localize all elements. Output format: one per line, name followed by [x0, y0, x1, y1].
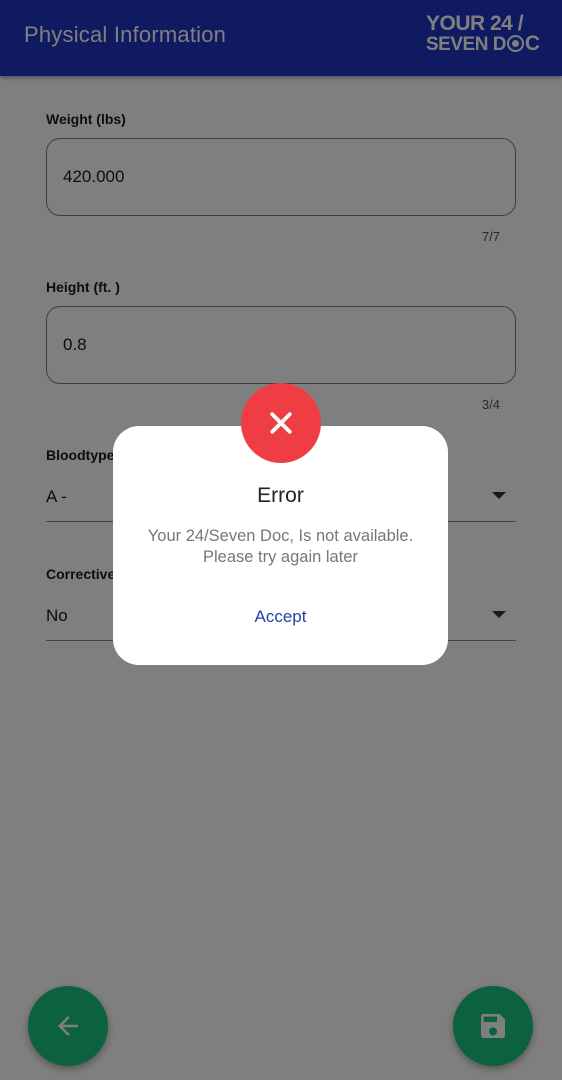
- error-badge: [241, 383, 321, 463]
- dialog-message: Your 24/Seven Doc, Is not available. Ple…: [147, 527, 414, 566]
- close-icon: [270, 412, 292, 434]
- app-screen: Physical Information YOUR 24 / SEVEN DC …: [0, 0, 562, 1080]
- accept-button[interactable]: Accept: [113, 607, 448, 627]
- dialog-title: Error: [257, 484, 304, 507]
